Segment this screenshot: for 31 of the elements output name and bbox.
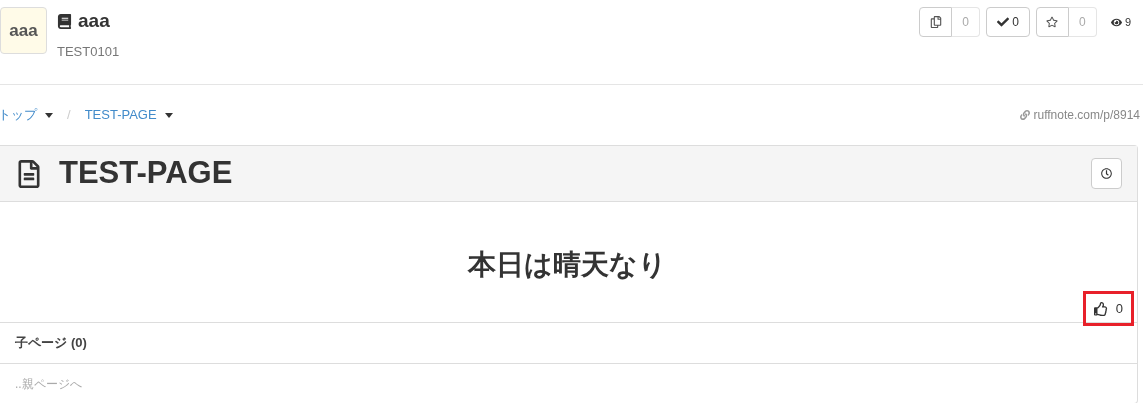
count-label: 0: [1068, 7, 1097, 37]
page-title: TEST-PAGE: [59, 154, 233, 193]
clock-icon: [1101, 168, 1112, 179]
like-button[interactable]: 0: [1082, 291, 1134, 326]
breadcrumb-dropdown[interactable]: TEST-PAGE: [84, 105, 173, 125]
check-icon: [997, 16, 1010, 28]
star-icon: [1046, 16, 1059, 28]
permalink[interactable]: ruffnote.com/p/8914: [1033, 106, 1140, 124]
breadcrumb-separator: /: [67, 106, 71, 125]
history-button[interactable]: [1091, 158, 1122, 189]
document-icon: [17, 159, 41, 188]
link-icon: [1020, 110, 1031, 120]
child-pages-label: 子ページ: [15, 334, 67, 353]
copy-button[interactable]: [919, 7, 953, 37]
copy-icon: [929, 16, 942, 28]
count-label: 0: [952, 7, 981, 37]
breadcrumb-dropdown[interactable]: トップ: [0, 105, 53, 125]
check-button[interactable]: 0: [986, 7, 1030, 37]
thumbs-up-icon: [1093, 301, 1108, 316]
star-button[interactable]: [1035, 7, 1069, 37]
view-count: 9: [1124, 14, 1131, 30]
notebook-avatar: aaa: [0, 7, 47, 54]
parent-page-link[interactable]: ..親ページへ: [15, 374, 82, 393]
eye-icon: [1110, 16, 1122, 28]
caret-icon: [45, 112, 53, 118]
child-pages-count: (0): [71, 334, 87, 353]
notebook-title[interactable]: aaa: [78, 7, 110, 36]
content-heading: 本日は晴天なり: [467, 248, 667, 282]
book-icon: [57, 13, 72, 29]
caret-icon: [164, 112, 173, 118]
notebook-subtitle: TEST0101: [57, 42, 120, 61]
